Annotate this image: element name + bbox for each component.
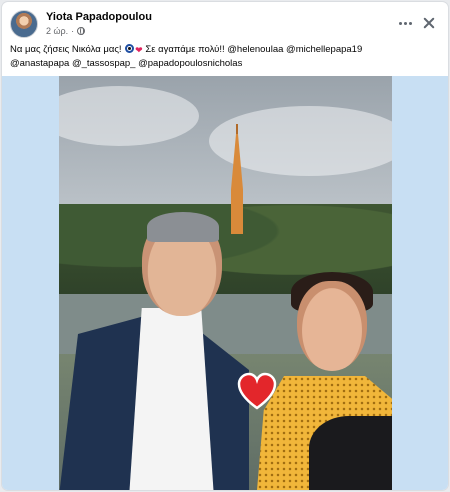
caption-text: Να μας ζήσεις Νικόλα μας! (10, 44, 125, 55)
mention-link[interactable]: @anastapapa (10, 58, 69, 69)
man-shirt (129, 308, 214, 490)
globe-icon (77, 27, 86, 35)
more-horizontal-icon[interactable] (396, 14, 414, 32)
post-caption: Να μας ζήσεις Νικόλα μας! ❤ Σε αγαπάμε π… (10, 43, 440, 70)
post-card: Yiota Papadopoulou 2 ώρ. · Να μας ζήσεις… (2, 2, 448, 490)
post-time[interactable]: 2 ώρ. (46, 26, 68, 36)
meta-separator: · (71, 26, 75, 36)
cloud (59, 86, 199, 146)
man-hair (147, 212, 219, 242)
nazar-amulet-icon (125, 44, 135, 53)
mention-link[interactable]: @_tassospap_ (72, 58, 136, 69)
heart-icon: ❤ (135, 45, 143, 55)
author-name[interactable]: Yiota Papadopoulou (46, 11, 152, 23)
photo-container (2, 76, 448, 490)
woman-face (297, 281, 367, 371)
post-photo[interactable] (59, 76, 392, 490)
woman-wrap (309, 416, 392, 490)
mention-link[interactable]: @helenoulaa (227, 44, 283, 55)
mention-link[interactable]: @michellepapa19 (286, 44, 362, 55)
heart-sticker-icon (237, 372, 277, 410)
caption-text-2: Σε αγαπάμε πολύ!! (142, 44, 228, 55)
post-meta: 2 ώρ. · (46, 26, 86, 36)
post-header: Yiota Papadopoulou 2 ώρ. · (10, 8, 440, 40)
avatar[interactable] (10, 10, 38, 38)
close-icon[interactable] (420, 14, 438, 32)
mention-link[interactable]: @papadopoulosnicholas (138, 58, 242, 69)
